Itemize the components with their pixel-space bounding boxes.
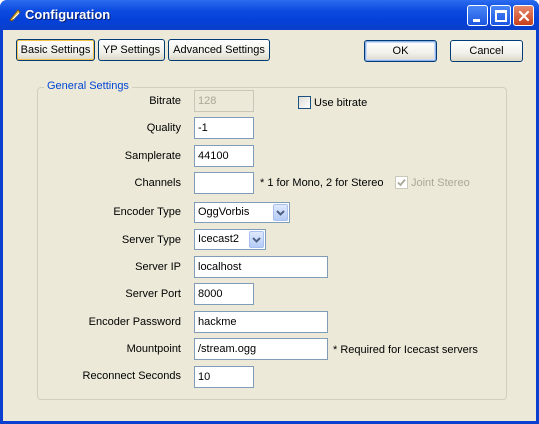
server-port-label: Server Port xyxy=(125,288,181,300)
tab-yp-settings[interactable]: YP Settings xyxy=(98,39,165,61)
tab-advanced-settings[interactable]: Advanced Settings xyxy=(168,39,270,61)
close-icon xyxy=(518,10,530,22)
channels-note: * 1 for Mono, 2 for Stereo xyxy=(260,177,384,189)
samplerate-label: Samplerate xyxy=(124,150,181,162)
encoder-type-label: Encoder Type xyxy=(113,206,181,218)
window-title: Configuration xyxy=(25,7,111,22)
cancel-button[interactable]: Cancel xyxy=(450,40,523,62)
general-settings-title: General Settings xyxy=(44,80,132,92)
server-type-select[interactable]: Icecast2 xyxy=(194,229,266,250)
dialog-client-area: Basic Settings YP Settings Advanced Sett… xyxy=(3,30,536,421)
minimize-icon xyxy=(473,19,480,22)
server-ip-label: Server IP xyxy=(135,261,181,273)
use-bitrate-checkbox[interactable] xyxy=(298,96,311,109)
configuration-window: Configuration Basic Settings YP Settings… xyxy=(0,0,539,424)
reconnect-seconds-label: Reconnect Seconds xyxy=(82,370,181,382)
minimize-button[interactable] xyxy=(467,5,488,26)
close-button[interactable] xyxy=(513,5,534,26)
server-type-dropdown-button[interactable] xyxy=(249,231,264,248)
bitrate-label: Bitrate xyxy=(149,95,181,107)
server-ip-field[interactable]: localhost xyxy=(194,256,328,278)
tab-basic-settings[interactable]: Basic Settings xyxy=(16,39,95,61)
maximize-button[interactable] xyxy=(490,5,511,26)
maximize-icon xyxy=(495,10,507,22)
chevron-down-icon xyxy=(252,237,261,243)
reconnect-seconds-field[interactable]: 10 xyxy=(194,366,254,388)
encoder-password-label: Encoder Password xyxy=(88,316,181,328)
server-type-label: Server Type xyxy=(121,234,181,246)
encoder-password-field[interactable]: hackme xyxy=(194,311,328,333)
quality-label: Quality xyxy=(146,122,181,134)
quality-field[interactable]: -1 xyxy=(194,117,254,139)
title-bar[interactable]: Configuration xyxy=(0,0,539,30)
samplerate-field[interactable]: 44100 xyxy=(194,145,254,167)
mountpoint-note: * Required for Icecast servers xyxy=(333,344,478,356)
encoder-type-value: OggVorbis xyxy=(198,206,250,218)
configuration-app-icon xyxy=(7,7,23,23)
channels-field[interactable] xyxy=(194,172,254,194)
channels-label: Channels xyxy=(134,177,181,189)
ok-button[interactable]: OK xyxy=(364,40,437,62)
checkmark-icon xyxy=(397,178,406,187)
mountpoint-field[interactable]: /stream.ogg xyxy=(194,338,328,360)
server-type-value: Icecast2 xyxy=(198,233,239,245)
server-port-field[interactable]: 8000 xyxy=(194,283,254,305)
chevron-down-icon xyxy=(276,210,285,216)
use-bitrate-label[interactable]: Use bitrate xyxy=(314,97,367,110)
mountpoint-label: Mountpoint xyxy=(126,343,181,355)
joint-stereo-label: Joint Stereo xyxy=(411,177,470,189)
encoder-type-dropdown-button[interactable] xyxy=(273,204,288,221)
joint-stereo-checkbox xyxy=(395,176,408,189)
bitrate-field: 128 xyxy=(194,90,254,112)
encoder-type-select[interactable]: OggVorbis xyxy=(194,202,290,223)
